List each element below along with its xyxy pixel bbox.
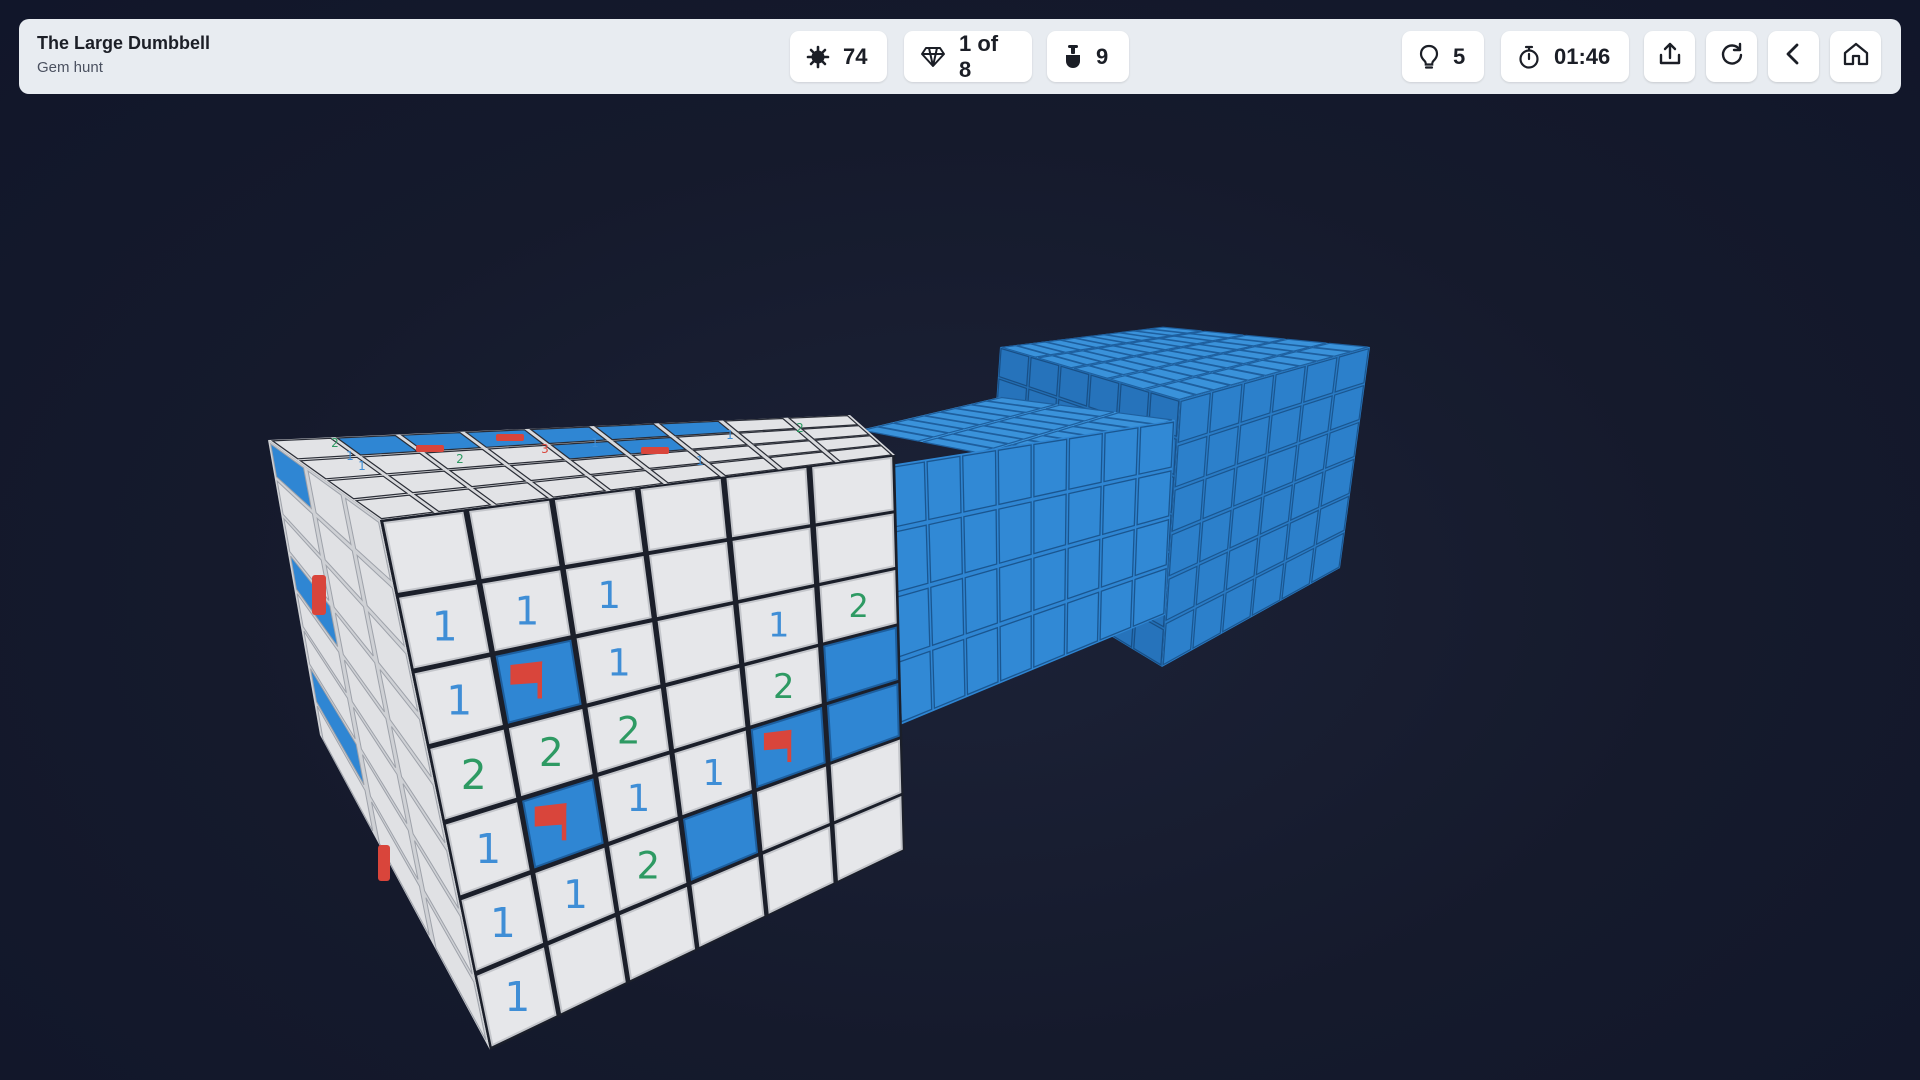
tile-number: 1 xyxy=(597,573,621,617)
tile[interactable] xyxy=(1067,485,1102,545)
tile-number: 2 xyxy=(539,731,564,776)
front-tile[interactable] xyxy=(383,511,476,593)
flag-icon xyxy=(510,661,543,685)
tile[interactable] xyxy=(1033,548,1067,612)
front-tile[interactable]: 1 xyxy=(482,570,571,652)
top-tile-number: 1 xyxy=(346,449,354,463)
top-tile-number: 3 xyxy=(541,442,549,456)
tile-face xyxy=(383,511,476,593)
tile[interactable] xyxy=(926,455,962,521)
tile[interactable] xyxy=(964,567,999,635)
flag-icon xyxy=(312,575,326,615)
tile[interactable] xyxy=(1033,493,1067,555)
top-tile-number: 1 xyxy=(591,436,599,450)
front-tile[interactable] xyxy=(726,467,811,538)
flag-icon xyxy=(763,729,792,751)
flag-icon xyxy=(416,445,444,452)
tile[interactable] xyxy=(965,626,999,696)
top-tile-number: 1 xyxy=(358,459,366,473)
front-tile[interactable] xyxy=(554,489,644,566)
tile-face xyxy=(640,478,727,552)
tile[interactable] xyxy=(890,461,927,528)
tile-number: 2 xyxy=(636,844,660,888)
tile[interactable] xyxy=(928,516,963,584)
front-tile[interactable] xyxy=(640,478,727,552)
top-tile-number: 2 xyxy=(456,452,464,466)
tile[interactable] xyxy=(1068,432,1103,491)
tile[interactable] xyxy=(1102,477,1137,536)
tile-number: 2 xyxy=(848,587,868,625)
tile[interactable] xyxy=(998,501,1032,565)
flag-icon xyxy=(641,447,669,454)
tile[interactable] xyxy=(998,558,1032,623)
tile[interactable] xyxy=(1138,421,1175,475)
flag-icon xyxy=(534,803,567,827)
tile[interactable] xyxy=(1066,538,1101,600)
tile-number: 2 xyxy=(773,667,794,706)
tile-number: 2 xyxy=(461,751,487,799)
flag-icon xyxy=(378,845,390,881)
tile-number: 1 xyxy=(475,825,501,873)
tile-number: 1 xyxy=(504,973,530,1021)
tile[interactable] xyxy=(1103,427,1139,483)
tile-face xyxy=(726,467,811,538)
tile-number: 1 xyxy=(432,603,458,651)
tile-number: 1 xyxy=(607,641,631,685)
tile[interactable] xyxy=(1033,438,1068,498)
tile-number: 1 xyxy=(563,873,588,918)
top-tile-number: 1 xyxy=(696,454,704,468)
tile-number: 1 xyxy=(515,589,540,634)
top-tile-number: 2 xyxy=(331,436,339,450)
tile[interactable] xyxy=(930,577,965,647)
tile-number: 1 xyxy=(446,677,472,725)
tile[interactable] xyxy=(895,587,931,658)
tile-number: 2 xyxy=(617,708,641,752)
tile-number: 1 xyxy=(768,606,789,645)
tile[interactable] xyxy=(963,508,998,574)
tile[interactable] xyxy=(997,444,1032,506)
tile-number: 1 xyxy=(627,776,651,820)
top-tile-number: 2 xyxy=(796,421,804,435)
flag-icon xyxy=(496,434,524,441)
tile[interactable] xyxy=(932,638,966,710)
front-tile[interactable] xyxy=(469,500,560,579)
tile[interactable] xyxy=(962,449,997,513)
tile-face xyxy=(469,500,560,579)
tile-face xyxy=(554,489,644,566)
tile-number: 1 xyxy=(490,899,516,947)
tile-number: 1 xyxy=(702,753,725,794)
game-board-3d[interactable]: 211 23 11 211 1 1111 22 2221111121 xyxy=(0,0,1920,1080)
tile[interactable] xyxy=(898,650,933,723)
top-tile-number: 1 xyxy=(726,428,734,442)
tile[interactable] xyxy=(893,524,929,593)
tile[interactable] xyxy=(1136,470,1172,526)
front-tile[interactable]: 1 xyxy=(399,584,490,669)
